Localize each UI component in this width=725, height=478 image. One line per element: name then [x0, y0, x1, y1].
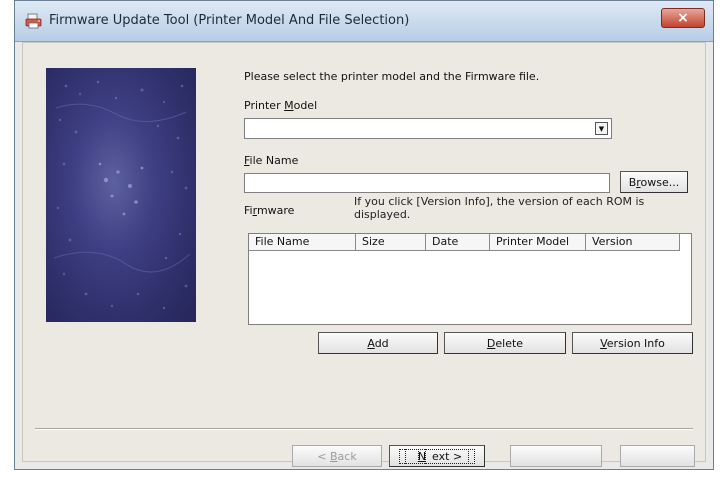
- printer-app-icon: [25, 13, 42, 29]
- firmware-graphic-texture: [53, 80, 191, 310]
- printer-model-select[interactable]: ▼: [244, 118, 612, 139]
- next-label-pre: [404, 448, 419, 464]
- browse-button[interactable]: Browse...: [620, 171, 688, 193]
- column-header-file-name[interactable]: File Name: [249, 234, 356, 251]
- version-info-label-post: ersion Info: [606, 336, 665, 350]
- button-row-divider: [35, 428, 693, 430]
- column-header-version[interactable]: Version: [586, 234, 680, 251]
- back-button[interactable]: < Back: [292, 445, 382, 467]
- next-button[interactable]: Next >: [389, 445, 485, 467]
- firmware-label-pre: Fi: [244, 204, 253, 217]
- version-info-note: If you click [Version Info], the version…: [354, 195, 645, 221]
- delete-label-post: elete: [495, 336, 524, 350]
- printer-model-label-pre: Printer: [244, 99, 285, 112]
- back-label: < Back: [317, 450, 356, 463]
- firmware-list[interactable]: File Name Size Date Printer Model Versio…: [248, 233, 692, 325]
- delete-label: Delete: [487, 337, 523, 350]
- back-label-pre: <: [317, 449, 330, 463]
- dialog-client-area: Please select the printer model and the …: [22, 42, 706, 467]
- column-header-printer-model[interactable]: Printer Model: [490, 234, 586, 251]
- add-button[interactable]: Add: [318, 332, 438, 354]
- wizard-button-4[interactable]: [620, 445, 695, 467]
- add-label: Add: [367, 337, 388, 350]
- instruction-text: Please select the printer model and the …: [244, 70, 540, 83]
- next-label-post: ext >: [425, 448, 470, 464]
- wizard-button-3[interactable]: [510, 445, 602, 467]
- file-name-label: File Name: [244, 154, 298, 167]
- printer-model-label: Printer Model: [244, 99, 317, 112]
- file-name-label-post: ile Name: [249, 154, 299, 167]
- back-label-post: ack: [337, 449, 357, 463]
- column-header-date[interactable]: Date: [426, 234, 490, 251]
- browse-label-post: owse...: [640, 175, 680, 189]
- firmware-update-window: Firmware Update Tool (Printer Model And …: [14, 0, 714, 470]
- firmware-label-post: mware: [256, 204, 295, 217]
- version-info-label-accel: V: [600, 336, 607, 350]
- firmware-label: Firmware: [244, 204, 294, 217]
- add-label-accel: A: [367, 336, 375, 350]
- firmware-graphic: [46, 68, 196, 322]
- delete-button[interactable]: Delete: [444, 332, 566, 354]
- browse-label: Browse...: [629, 176, 680, 189]
- next-label-accel: N: [417, 449, 427, 463]
- close-button[interactable]: ×: [661, 8, 705, 28]
- firmware-list-header: File Name Size Date Printer Model Versio…: [249, 234, 680, 251]
- file-name-input[interactable]: [244, 173, 610, 193]
- version-info-label: Version Info: [600, 337, 665, 350]
- window-title: Firmware Update Tool (Printer Model And …: [49, 13, 410, 28]
- back-label-accel: B: [330, 449, 338, 463]
- dropdown-arrow-icon[interactable]: ▼: [595, 122, 608, 135]
- printer-model-label-accel: M: [284, 99, 294, 112]
- close-icon: ×: [677, 10, 689, 26]
- version-info-button[interactable]: Version Info: [572, 332, 693, 354]
- printer-model-label-post: odel: [293, 99, 318, 112]
- add-label-post: dd: [374, 336, 389, 350]
- next-label: Next >: [398, 448, 476, 464]
- column-header-size[interactable]: Size: [356, 234, 426, 251]
- title-bar[interactable]: Firmware Update Tool (Printer Model And …: [15, 1, 713, 42]
